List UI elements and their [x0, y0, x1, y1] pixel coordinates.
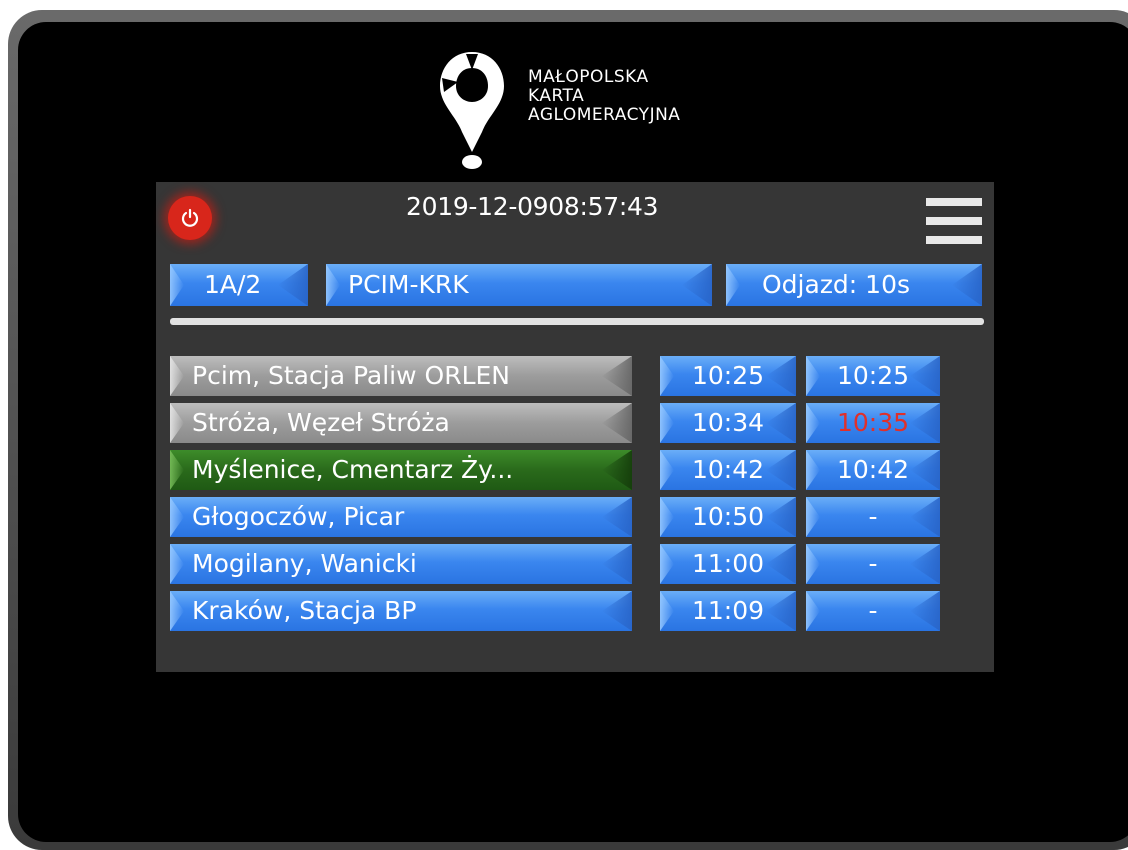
- actual-time[interactable]: -: [806, 591, 940, 631]
- stop-name[interactable]: Mogilany, Wanicki: [170, 544, 632, 584]
- scheduled-time[interactable]: 10:34: [660, 403, 796, 443]
- location-pin-logo-icon: [440, 52, 504, 169]
- actual-time[interactable]: -: [806, 544, 940, 584]
- stop-name[interactable]: Głogoczów, Picar: [170, 497, 632, 537]
- current-date: 2019-12-09: [406, 192, 549, 221]
- brand-line-1: MAŁOPOLSKA: [528, 67, 649, 87]
- stop-name-current[interactable]: Myślenice, Cmentarz Ży...: [170, 450, 632, 490]
- scheduled-time[interactable]: 11:00: [660, 544, 796, 584]
- route-progress-bar: [170, 318, 984, 325]
- scheduled-time[interactable]: 11:09: [660, 591, 796, 631]
- brand-line-3: AGLOMERACYJNA: [528, 105, 681, 125]
- power-icon: [181, 208, 199, 227]
- hamburger-menu-icon[interactable]: [926, 198, 982, 248]
- current-time: 08:57:43: [548, 192, 659, 221]
- departure-countdown-button[interactable]: Odjazd: 10s: [726, 264, 982, 306]
- route-name-button[interactable]: PCIM-KRK: [326, 264, 712, 306]
- brand-name: MAŁOPOLSKA KARTA AGLOMERACYJNA: [528, 68, 680, 125]
- actual-time[interactable]: 10:25: [806, 356, 940, 396]
- stop-name[interactable]: Pcim, Stacja Paliw ORLEN: [170, 356, 632, 396]
- power-button[interactable]: [168, 196, 212, 240]
- line-id-button[interactable]: 1A/2: [170, 264, 308, 306]
- actual-time-late[interactable]: 10:35: [806, 403, 940, 443]
- scheduled-time[interactable]: 10:50: [660, 497, 796, 537]
- actual-time[interactable]: -: [806, 497, 940, 537]
- scheduled-time[interactable]: 10:25: [660, 356, 796, 396]
- stop-name[interactable]: Kraków, Stacja BP: [170, 591, 632, 631]
- date-time-display: 2019-12-0908:57:43: [406, 192, 658, 221]
- actual-time[interactable]: 10:42: [806, 450, 940, 490]
- stop-name[interactable]: Stróża, Węzeł Stróża: [170, 403, 632, 443]
- scheduled-time[interactable]: 10:42: [660, 450, 796, 490]
- brand-line-2: KARTA: [528, 86, 585, 106]
